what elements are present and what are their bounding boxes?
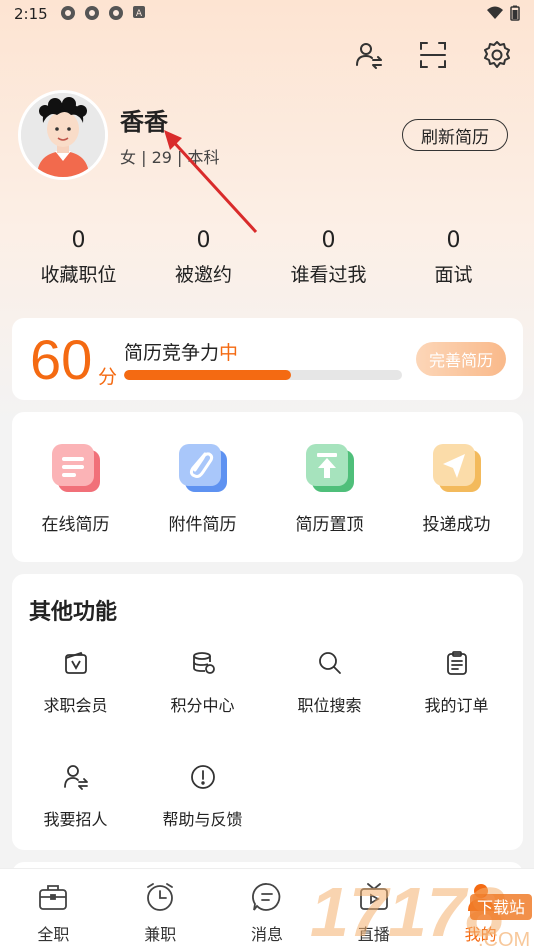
battery-icon: [510, 5, 520, 21]
clock-icon: [147, 883, 174, 911]
switch-user-icon: [356, 43, 382, 69]
resume-tools-card: 在线简历 附件简历 简历置顶 投递成功: [12, 412, 523, 562]
help-icon: [190, 765, 215, 789]
other-item-label: 积分中心: [170, 696, 235, 715]
stat-value: 0: [321, 228, 336, 253]
stat-viewed-me[interactable]: 0 谁看过我: [266, 228, 391, 287]
other-item-label: 职位搜索: [297, 696, 362, 715]
stat-value: 0: [71, 228, 86, 253]
stat-favorites[interactable]: 0 收藏职位: [16, 228, 141, 287]
stat-label: 被邀约: [174, 264, 232, 286]
score-title: 简历竞争力中: [124, 338, 238, 365]
resume-top-icon: [302, 440, 358, 496]
score-progress-track: [124, 370, 402, 380]
resume-score-card[interactable]: 60 分 简历竞争力中 完善简历: [12, 318, 523, 400]
resume-item-label: 投递成功: [422, 515, 491, 535]
recruit-icon: [63, 765, 88, 790]
score-level: 中: [219, 342, 239, 364]
app-notification-icon: [60, 5, 76, 21]
stat-value: 0: [196, 228, 211, 253]
gear-icon: [484, 41, 510, 68]
score-progress-fill: [124, 370, 291, 380]
scan-icon: [420, 42, 446, 68]
app-notification-icon: [108, 5, 124, 21]
other-item-label: 帮助与反馈: [162, 810, 243, 829]
search-icon: [318, 652, 341, 674]
job-search-item[interactable]: 职位搜索: [266, 650, 393, 764]
vip-item[interactable]: 求职会员: [12, 650, 139, 764]
attachment-resume-item[interactable]: 附件简历: [139, 440, 266, 535]
stats-row: 0 收藏职位 0 被邀约 0 谁看过我 0 面试: [0, 228, 534, 287]
nav-label: 全职: [37, 925, 70, 944]
nav-messages[interactable]: 消息: [214, 869, 321, 950]
other-item-label: 我要招人: [43, 810, 108, 829]
stat-invited[interactable]: 0 被邀约: [141, 228, 266, 287]
other-item-label: 我的订单: [424, 696, 489, 715]
annotation-arrow: [164, 130, 258, 234]
online-resume-icon: [48, 440, 104, 496]
other-functions-title: 其他功能: [29, 600, 118, 625]
scan-button[interactable]: [418, 40, 448, 70]
score-unit: 分: [98, 366, 118, 388]
my-orders-item[interactable]: 我的订单: [393, 650, 520, 764]
bottom-nav: 全职 兼职 消息 直播 我的: [0, 868, 534, 950]
nav-parttime[interactable]: 兼职: [107, 869, 214, 950]
switch-identity-button[interactable]: [354, 40, 384, 70]
nav-mine[interactable]: 我的: [427, 869, 534, 950]
message-icon: [252, 883, 281, 911]
other-functions-card: 其他功能 求职会员 积分中心 职位搜索 我的订单 我要招人 帮助与反馈: [12, 574, 523, 850]
points-icon: [192, 652, 215, 674]
nav-fulltime[interactable]: 全职: [0, 869, 107, 950]
score-value: 60: [30, 328, 93, 391]
attachment-resume-icon: [175, 440, 231, 496]
stat-label: 面试: [434, 264, 473, 286]
resume-item-label: 在线简历: [41, 515, 110, 535]
other-functions-grid: 求职会员 积分中心 职位搜索 我的订单 我要招人 帮助与反馈: [12, 650, 523, 878]
app-notification-icon: A: [132, 5, 148, 21]
help-feedback-item[interactable]: 帮助与反馈: [139, 764, 266, 878]
stat-value: 0: [446, 228, 461, 253]
nav-label: 我的: [464, 925, 497, 944]
stat-label: 谁看过我: [290, 264, 367, 286]
avatar[interactable]: [18, 90, 108, 180]
status-bar: 2:15 A: [0, 0, 534, 30]
svg-text:A: A: [136, 9, 143, 19]
nav-label: 消息: [250, 925, 283, 944]
wifi-icon: [487, 6, 503, 19]
status-time: 2:15: [14, 5, 48, 23]
status-right: [486, 5, 520, 21]
app-notification-icon: [84, 5, 100, 21]
resume-item-label: 简历置顶: [295, 515, 364, 535]
vip-icon: [64, 651, 87, 674]
delivery-success-item[interactable]: 投递成功: [393, 440, 520, 535]
improve-resume-button[interactable]: 完善简历: [416, 342, 506, 376]
profile-icon: [467, 884, 494, 911]
orders-icon: [446, 651, 467, 675]
nav-label: 直播: [357, 925, 390, 944]
top-actions: [354, 40, 512, 70]
briefcase-icon: [39, 885, 68, 910]
points-center-item[interactable]: 积分中心: [139, 650, 266, 764]
avatar-illustration: [21, 93, 105, 177]
notification-icons: A: [60, 5, 148, 21]
other-item-label: 求职会员: [43, 696, 108, 715]
nav-label: 兼职: [144, 925, 177, 944]
stat-label: 收藏职位: [40, 264, 117, 286]
resume-tools-grid: 在线简历 附件简历 简历置顶 投递成功: [12, 440, 523, 535]
stat-interview[interactable]: 0 面试: [391, 228, 516, 287]
recruit-item[interactable]: 我要招人: [12, 764, 139, 878]
tv-icon: [359, 883, 388, 910]
score-title-text: 简历竞争力: [124, 342, 220, 364]
nav-live[interactable]: 直播: [320, 869, 427, 950]
resume-item-label: 附件简历: [168, 515, 237, 535]
resume-top-item[interactable]: 简历置顶: [266, 440, 393, 535]
delivery-success-icon: [429, 440, 485, 496]
online-resume-item[interactable]: 在线简历: [12, 440, 139, 535]
refresh-resume-button[interactable]: 刷新简历: [402, 119, 508, 151]
settings-button[interactable]: [482, 40, 512, 70]
